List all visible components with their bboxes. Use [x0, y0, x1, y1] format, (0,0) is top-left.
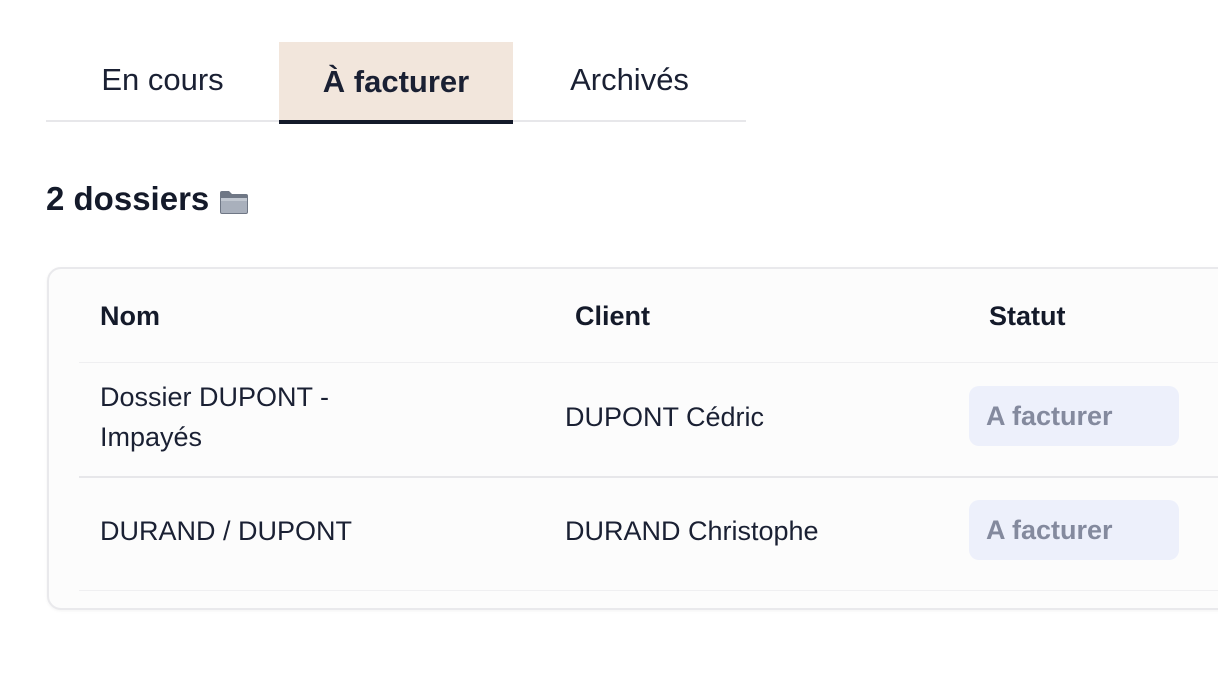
row-client: DUPONT Cédric [565, 402, 765, 432]
table-row[interactable]: Dossier DUPONT - Impayés DUPONT Cédric A… [79, 362, 1218, 478]
dossiers-table: Nom Client Statut Dossier DUPONT - Impay… [47, 267, 1218, 610]
table-header: Nom Client Statut [79, 269, 1218, 363]
row-nom[interactable]: DURAND / DUPONT [100, 511, 352, 551]
row-client: DURAND Christophe [565, 516, 819, 546]
tab-archives[interactable]: Archivés [513, 42, 746, 122]
status-badge: A facturer [969, 500, 1179, 560]
dossier-count: 2 dossiers [46, 180, 210, 217]
column-header-statut[interactable]: Statut [989, 301, 1066, 332]
page-title: 2 dossiers [46, 180, 249, 218]
row-nom[interactable]: Dossier DUPONT - Impayés [100, 377, 400, 457]
folder-icon [219, 185, 249, 214]
table-row[interactable]: DURAND / DUPONT DURAND Christophe A fact… [79, 476, 1218, 591]
tab-a-facturer[interactable]: À facturer [279, 42, 513, 124]
status-badge: A facturer [969, 386, 1179, 446]
column-header-nom[interactable]: Nom [100, 301, 160, 332]
tab-bar: En cours À facturer Archivés [46, 42, 746, 124]
column-header-client[interactable]: Client [575, 301, 650, 332]
tab-en-cours[interactable]: En cours [46, 42, 279, 122]
